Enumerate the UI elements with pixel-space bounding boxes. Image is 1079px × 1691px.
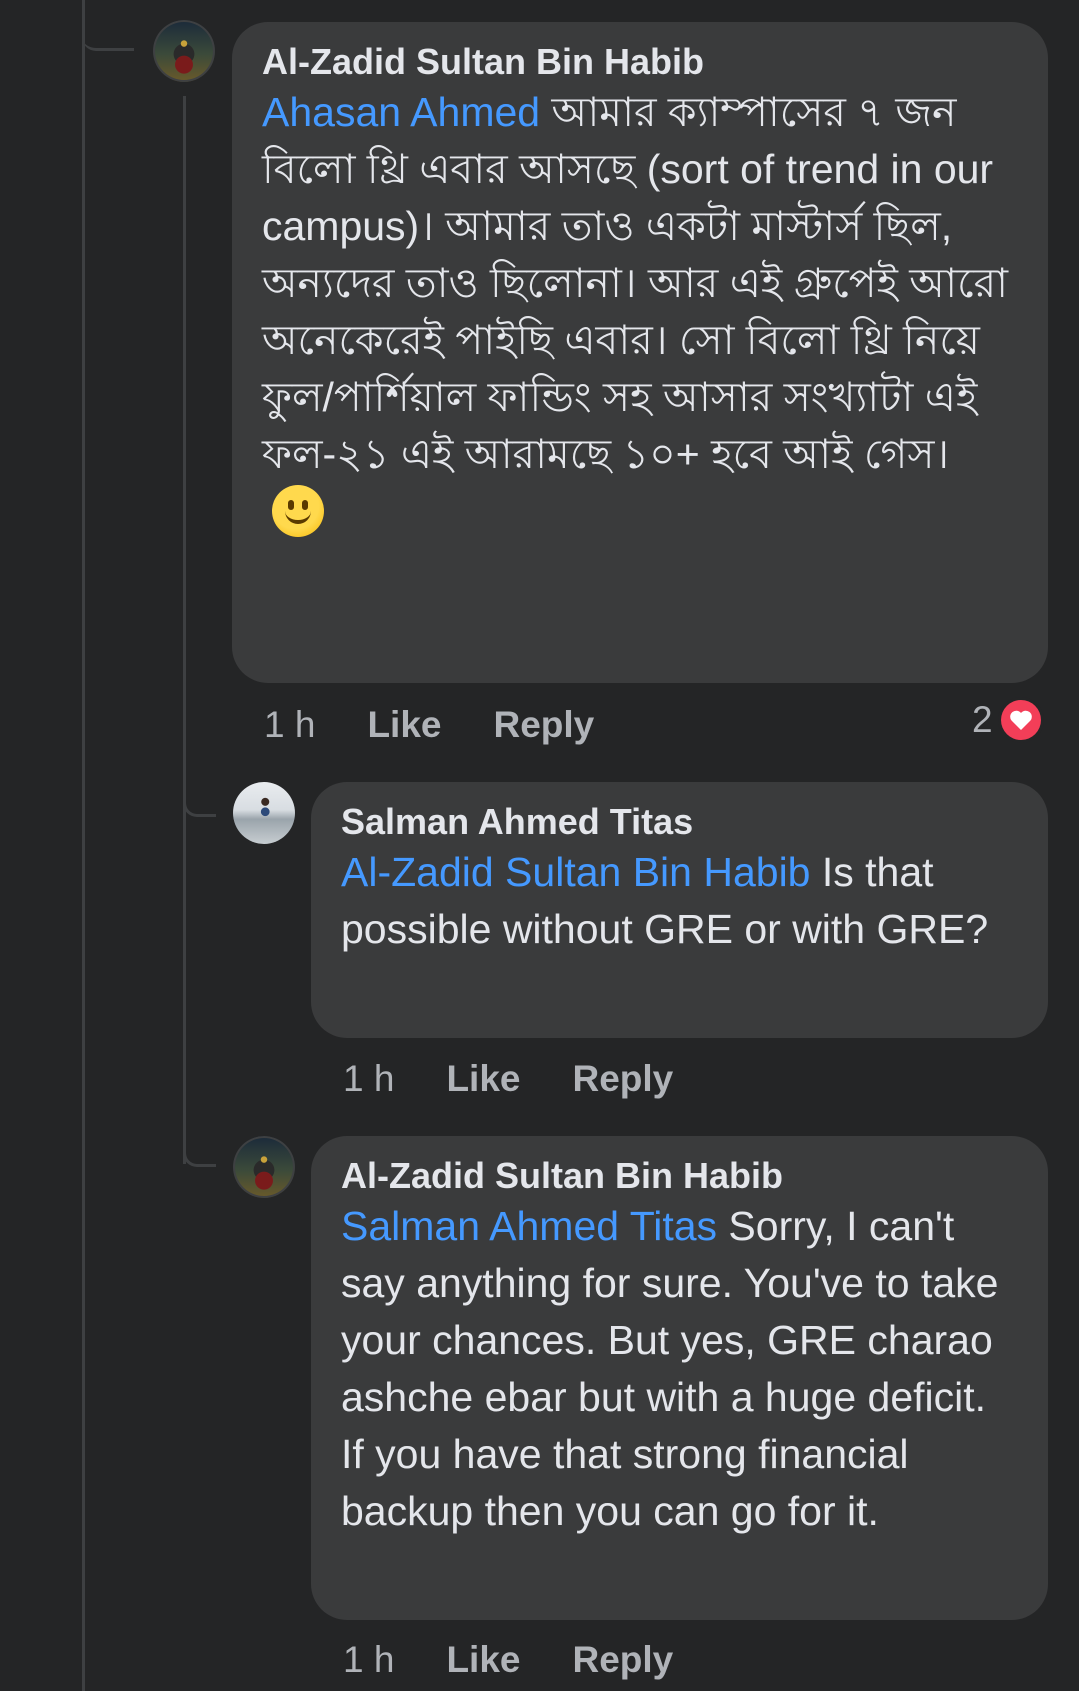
like-button[interactable]: Like <box>446 1638 520 1682</box>
reaction-count: 2 <box>972 699 993 740</box>
comment-text: Ahasan Ahmed আমার ক্যাম্পাসের ৭ জন বিলো … <box>262 84 1018 540</box>
comment-author[interactable]: Salman Ahmed Titas <box>341 800 1018 844</box>
like-button[interactable]: Like <box>446 1057 520 1101</box>
heart-icon <box>1000 700 1041 740</box>
comment-actions: 1 h Like Reply <box>343 1638 725 1682</box>
comment-time[interactable]: 1 h <box>264 703 315 747</box>
thread-line-inner <box>183 96 186 1164</box>
mention-link[interactable]: Ahasan Ahmed <box>262 89 540 135</box>
mention-link[interactable]: Al-Zadid Sultan Bin Habib <box>341 849 810 895</box>
avatar[interactable] <box>233 1136 295 1198</box>
comment-bubble: Al-Zadid Sultan Bin Habib Salman Ahmed T… <box>311 1136 1048 1620</box>
reaction-summary[interactable]: 2 <box>972 699 1041 741</box>
avatar[interactable] <box>153 20 215 82</box>
comment-author[interactable]: Al-Zadid Sultan Bin Habib <box>341 1154 1018 1198</box>
mention-link[interactable]: Salman Ahmed Titas <box>341 1203 717 1249</box>
comment-author[interactable]: Al-Zadid Sultan Bin Habib <box>262 40 1018 84</box>
comment-actions: 1 h Like Reply <box>264 703 646 747</box>
comment-text: Salman Ahmed Titas Sorry, I can't say an… <box>341 1203 999 1534</box>
thread-elbow-3 <box>183 1110 216 1167</box>
comment-bubble: Al-Zadid Sultan Bin Habib Ahasan Ahmed আ… <box>232 22 1048 683</box>
reply-button[interactable]: Reply <box>572 1057 673 1101</box>
like-button[interactable]: Like <box>367 703 441 747</box>
comment-bubble: Salman Ahmed Titas Al-Zadid Sultan Bin H… <box>311 782 1048 1038</box>
comment-time[interactable]: 1 h <box>343 1057 394 1101</box>
thread-elbow-2 <box>183 760 216 817</box>
avatar[interactable] <box>233 782 295 844</box>
thread-line-outer <box>82 0 85 1691</box>
comment-time[interactable]: 1 h <box>343 1638 394 1682</box>
reply-button[interactable]: Reply <box>572 1638 673 1682</box>
comment-actions: 1 h Like Reply <box>343 1057 725 1101</box>
comment-text: Al-Zadid Sultan Bin Habib Is that possib… <box>341 849 989 952</box>
thread-elbow-1 <box>82 0 134 51</box>
reply-button[interactable]: Reply <box>493 703 594 747</box>
slightly-smiling-face-emoji <box>272 485 324 537</box>
